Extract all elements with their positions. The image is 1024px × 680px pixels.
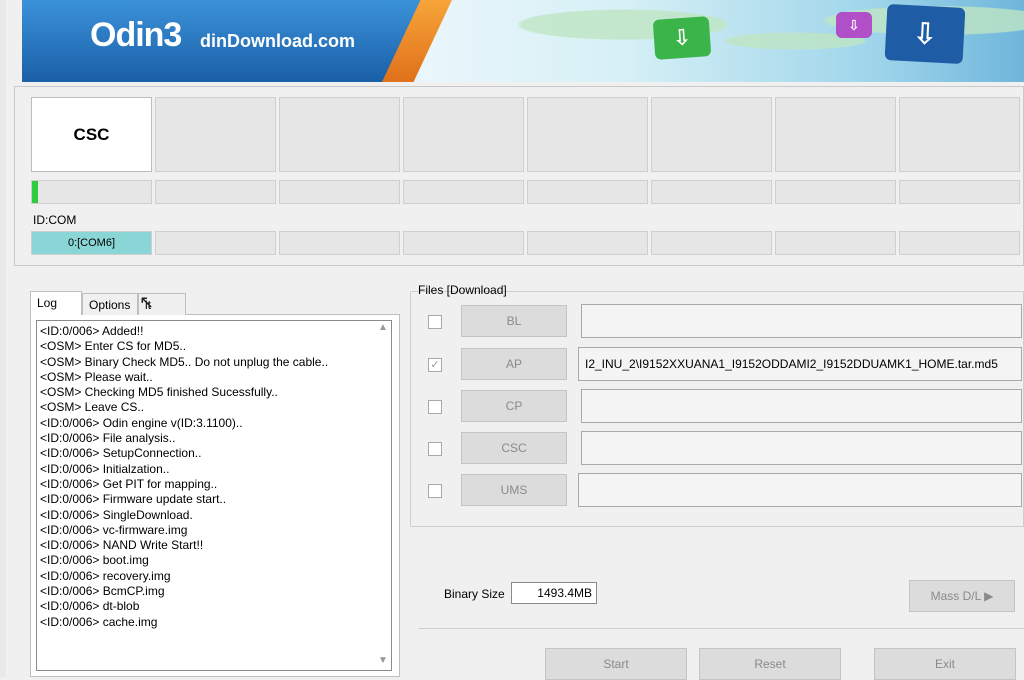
- download-icon: ⇩: [884, 3, 966, 65]
- file-button-cp[interactable]: CP: [461, 390, 567, 422]
- progress-bar: [775, 180, 896, 204]
- id-com-label: ID:COM: [33, 213, 77, 227]
- log-line: <ID:0/006> recovery.img: [40, 568, 171, 583]
- progress-bar: [403, 180, 524, 204]
- device-slot: [403, 97, 524, 172]
- file-checkbox-bl[interactable]: [428, 315, 442, 329]
- banner: dinDownload.com Odin3 ⇩ ⇩ ⇩: [22, 0, 1024, 82]
- download-icon: ⇩: [836, 12, 872, 38]
- window-edge: [0, 0, 6, 677]
- device-slot: CSC: [31, 97, 152, 172]
- log-line: <ID:0/006> vc-firmware.img: [40, 522, 188, 537]
- file-checkbox-cp[interactable]: [428, 400, 442, 414]
- exit-button[interactable]: Exit: [874, 648, 1016, 680]
- log-line: <OSM> Enter CS for MD5..: [40, 339, 187, 354]
- log-lines: <ID:0/006> Added!! <OSM> Enter CS for MD5…: [40, 324, 328, 630]
- device-slot: [527, 97, 648, 172]
- log-line: <OSM> Please wait..: [40, 369, 153, 384]
- file-path-ums[interactable]: [578, 473, 1022, 507]
- log-line: <ID:0/006> Get PIT for mapping..: [40, 476, 218, 491]
- tab-log[interactable]: Log: [30, 291, 82, 315]
- binary-size-label: Binary Size: [444, 587, 505, 601]
- com-port: [279, 231, 400, 255]
- files-label: Files [Download]: [418, 283, 507, 297]
- file-button-ap[interactable]: AP: [461, 348, 567, 380]
- device-slot: [279, 97, 400, 172]
- scroll-up-icon[interactable]: ▲: [376, 322, 390, 334]
- progress-bar: [31, 180, 152, 204]
- progress-bar: [155, 180, 276, 204]
- file-path-bl[interactable]: [581, 304, 1022, 338]
- divider: [418, 628, 1024, 629]
- log-line: <ID:0/006> Added!!: [40, 324, 144, 338]
- log-line: <ID:0/006> Odin engine v(ID:3.1100)..: [40, 415, 243, 430]
- device-slot: [775, 97, 896, 172]
- log-line: <OSM> Binary Check MD5.. Do not unplug t…: [40, 354, 329, 369]
- device-slot: [155, 97, 276, 172]
- file-path-ap[interactable]: I2_INU_2\I9152XXUANA1_I9152ODDAMI2_I9152…: [578, 347, 1022, 381]
- log-line: <ID:0/006> File analysis..: [40, 431, 176, 446]
- mouse-cursor-icon: ↖: [139, 292, 155, 312]
- log-line: <ID:0/006> BcmCP.img: [40, 584, 165, 599]
- file-path-csc[interactable]: [581, 431, 1022, 465]
- app-logo: Odin3: [90, 16, 182, 54]
- log-line: <OSM> Leave CS..: [40, 400, 145, 415]
- file-checkbox-ums[interactable]: [428, 484, 442, 498]
- com-port: 0:[COM6]: [31, 231, 152, 255]
- progress-bar: [651, 180, 772, 204]
- progress-bar: [279, 180, 400, 204]
- log-line: <ID:0/006> Firmware update start..: [40, 492, 227, 507]
- device-slot: [899, 97, 1020, 172]
- log-line: <ID:0/006> boot.img: [40, 553, 149, 568]
- file-button-csc[interactable]: CSC: [461, 432, 567, 464]
- com-port: [775, 231, 896, 255]
- file-checkbox-ap[interactable]: ✓: [428, 358, 442, 372]
- log-line: <ID:0/006> SetupConnection..: [40, 446, 202, 461]
- file-checkbox-csc[interactable]: [428, 442, 442, 456]
- log-line: <OSM> Checking MD5 finished Sucessfully.…: [40, 385, 278, 400]
- file-path-cp[interactable]: [581, 389, 1022, 423]
- scroll-down-icon[interactable]: ▼: [376, 655, 390, 667]
- file-button-bl[interactable]: BL: [461, 305, 567, 337]
- log-line: <ID:0/006> NAND Write Start!!: [40, 538, 204, 553]
- com-port: [155, 231, 276, 255]
- com-port: [651, 231, 772, 255]
- log-line: <ID:0/006> Initialzation..: [40, 461, 170, 476]
- log-line: <ID:0/006> cache.img: [40, 614, 158, 629]
- com-port: [403, 231, 524, 255]
- com-port: [527, 231, 648, 255]
- com-port: [899, 231, 1020, 255]
- binary-size-value: 1493.4MB: [511, 582, 597, 604]
- start-button[interactable]: Start: [545, 648, 687, 680]
- progress-fill: [32, 181, 38, 203]
- log-line: <ID:0/006> SingleDownload.: [40, 507, 193, 522]
- device-slot: [651, 97, 772, 172]
- download-icon: ⇩: [652, 16, 712, 60]
- reset-button[interactable]: Reset: [699, 648, 841, 680]
- mass-dl-button[interactable]: Mass D/L ▶: [909, 580, 1015, 612]
- file-button-ums[interactable]: UMS: [461, 474, 567, 506]
- tab-options[interactable]: Options: [82, 293, 138, 315]
- log-line: <ID:0/006> dt-blob: [40, 599, 140, 614]
- log-textarea[interactable]: <ID:0/006> Added!! <OSM> Enter CS for MD5…: [36, 320, 392, 671]
- progress-bar: [899, 180, 1020, 204]
- progress-bar: [527, 180, 648, 204]
- banner-site: dinDownload.com: [200, 31, 355, 51]
